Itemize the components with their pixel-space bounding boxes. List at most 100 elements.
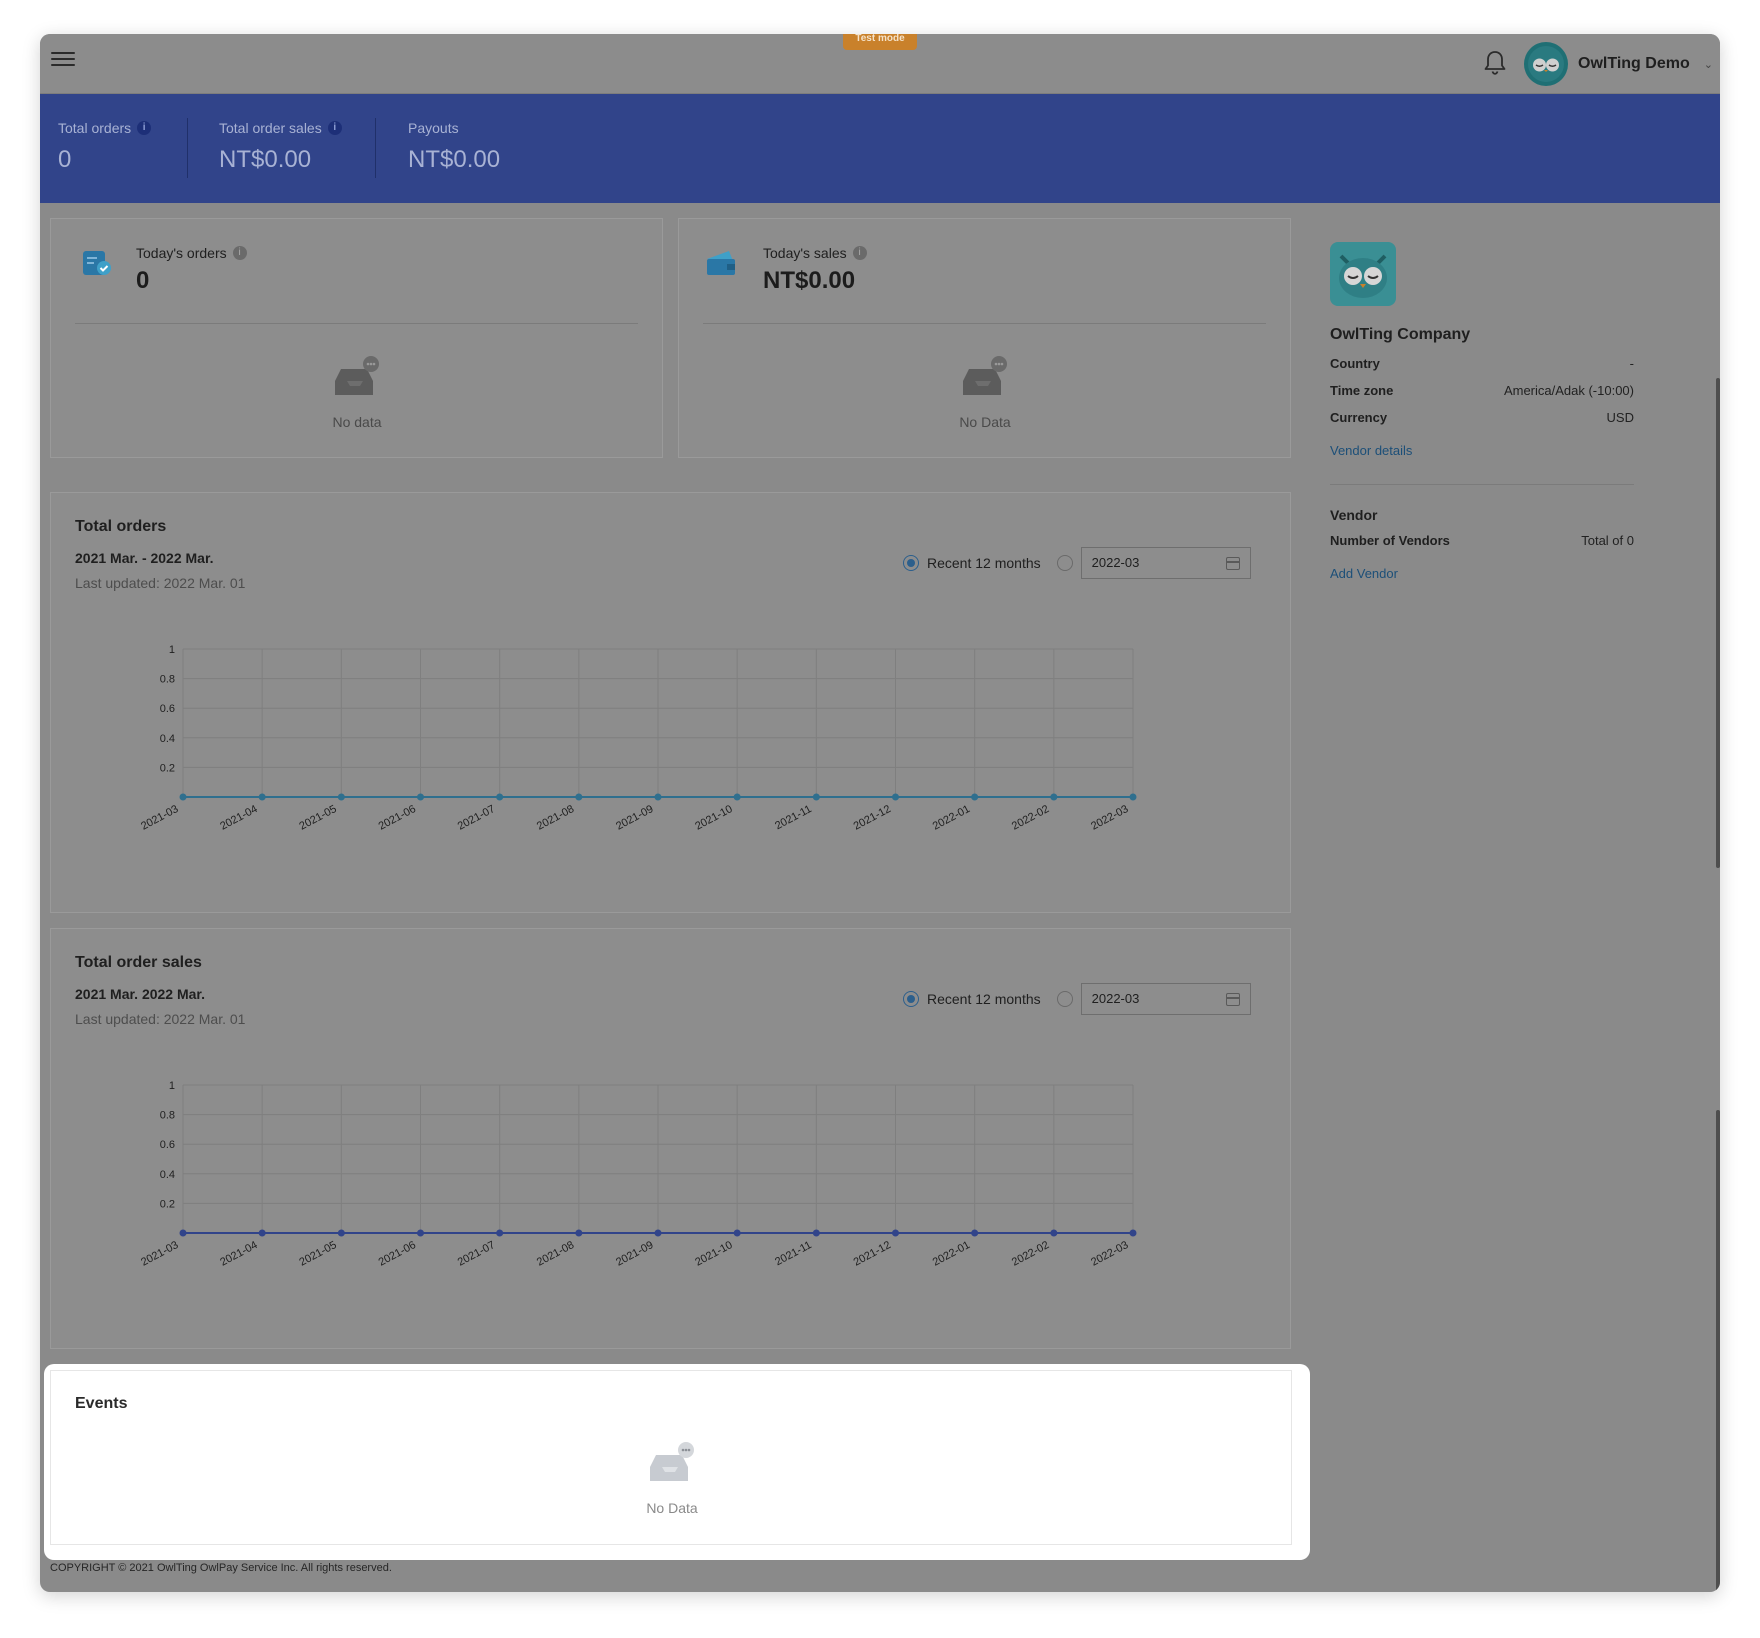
info-value: Total of 0 [1581, 533, 1634, 548]
data-point [971, 1229, 979, 1237]
data-point [496, 793, 504, 801]
x-tick-label: 2022-03 [1089, 803, 1130, 833]
y-tick-label: 0.2 [160, 1198, 175, 1210]
chart-last-updated: Last updated: 2022 Mar. 01 [75, 575, 246, 591]
chart-last-updated: Last updated: 2022 Mar. 01 [75, 1011, 246, 1027]
orders-icon [81, 247, 113, 284]
month-picker-input[interactable]: 2022-03 [1080, 983, 1251, 1015]
y-tick-label: 0.4 [160, 733, 175, 745]
info-icon[interactable]: i [852, 246, 867, 260]
data-point [417, 1229, 424, 1237]
x-tick-label: 2021-10 [693, 1239, 734, 1269]
scrollbar-thumb[interactable] [1716, 378, 1720, 868]
calendar-icon[interactable] [1225, 557, 1240, 570]
x-tick-label: 2022-01 [931, 803, 972, 833]
vendor-heading: Vendor [1330, 507, 1378, 523]
data-point [733, 1229, 741, 1237]
test-mode-badge: Test mode [843, 34, 917, 50]
empty-text: No Data [959, 414, 1011, 430]
period-selector: Recent 12 months 2022-03 [903, 983, 1251, 1015]
add-vendor-link[interactable]: Add Vendor [1330, 566, 1398, 581]
x-tick-label: 2021-07 [456, 1239, 497, 1269]
data-point [654, 1229, 662, 1237]
info-icon[interactable]: i [232, 246, 247, 260]
chart-date-range: 2021 Mar. - 2022 Mar. [75, 550, 214, 566]
radio-label: Recent 12 months [927, 555, 1041, 571]
y-tick-label: 0.2 [160, 762, 175, 774]
bell-icon[interactable] [1482, 48, 1508, 78]
info-icon[interactable]: i [327, 121, 342, 135]
x-tick-label: 2021-12 [852, 803, 893, 833]
x-tick-label: 2021-11 [773, 1239, 814, 1268]
stat-value: NT$0.00 [408, 146, 501, 173]
y-tick-label: 1 [169, 1080, 175, 1092]
divider [187, 118, 188, 178]
data-point [812, 793, 820, 801]
sales-icon [705, 247, 739, 284]
data-point [892, 793, 899, 801]
info-icon[interactable]: i [137, 121, 152, 135]
stat-label: Total orders [58, 120, 132, 136]
radio-recent-12-months[interactable] [903, 555, 919, 571]
x-tick-label: 2021-09 [614, 803, 655, 833]
data-point [337, 793, 345, 801]
events-title: Events [75, 1395, 128, 1412]
calendar-icon[interactable] [1225, 993, 1240, 1006]
chart-title: Total order sales [75, 954, 202, 971]
empty-state: No data [257, 355, 457, 430]
data-point [1050, 1229, 1058, 1237]
footer-copyright: COPYRIGHT © 2021 OwlTing OwlPay Service … [50, 1562, 392, 1574]
x-tick-label: 2021-04 [218, 1239, 259, 1269]
y-tick-label: 0.8 [160, 674, 175, 686]
empty-state: No Data [572, 1441, 772, 1516]
info-value: America/Adak (-10:00) [1503, 383, 1634, 398]
avatar [1524, 42, 1568, 86]
x-tick-label: 2021-08 [535, 1239, 576, 1269]
stat-label: Total order sales [219, 120, 322, 136]
stat-total-orders: Total orders i 0 [58, 94, 152, 203]
scrollbar-thumb-secondary[interactable] [1716, 1110, 1720, 1592]
company-name: OwlTing Company [1330, 326, 1471, 343]
x-tick-label: 2021-03 [139, 1239, 180, 1269]
data-point [1129, 1229, 1137, 1237]
chart-date-range: 2021 Mar. 2022 Mar. [75, 986, 205, 1002]
month-picker-value: 2022-03 [1091, 991, 1140, 1006]
divider [1330, 484, 1634, 485]
info-row-currency: Currency USD [1330, 410, 1634, 425]
divider [75, 323, 638, 324]
menu-icon[interactable] [51, 48, 75, 70]
vendor-details-link[interactable]: Vendor details [1330, 443, 1412, 458]
empty-text: No Data [646, 1500, 698, 1516]
company-logo [1330, 242, 1396, 306]
radio-pick-month[interactable] [1056, 991, 1073, 1007]
divider [703, 323, 1266, 324]
data-point [575, 793, 583, 801]
x-tick-label: 2022-01 [931, 1239, 972, 1269]
month-picker-value: 2022-03 [1091, 555, 1140, 570]
chevron-down-icon[interactable]: ⌄ [1704, 58, 1713, 71]
radio-recent-12-months[interactable] [903, 991, 919, 1007]
today-orders-value: 0 [136, 267, 150, 294]
stat-value: NT$0.00 [219, 146, 312, 173]
info-key: Country [1330, 356, 1380, 371]
data-point [575, 1229, 583, 1237]
stat-label: Payouts [408, 120, 459, 136]
month-picker-input[interactable]: 2022-03 [1080, 547, 1251, 579]
data-point [179, 793, 187, 801]
radio-pick-month[interactable] [1056, 555, 1073, 571]
info-row-vendor-count: Number of Vendors Total of 0 [1330, 533, 1634, 548]
x-tick-label: 2021-04 [218, 803, 259, 833]
user-name: OwlTing Demo [1578, 55, 1690, 72]
user-menu[interactable]: OwlTing Demo ⌄ [1524, 42, 1713, 86]
stat-payouts: Payouts NT$0.00 [408, 94, 500, 203]
info-key: Time zone [1330, 383, 1394, 398]
summary-stats-bar: Total orders i 0 Total order sales i NT$0.… [40, 94, 1720, 203]
x-tick-label: 2021-06 [377, 803, 418, 833]
data-point [496, 1229, 504, 1237]
app-window: Test mode OwlTing Demo ⌄ Total orders i … [40, 34, 1720, 1592]
y-tick-label: 0.6 [160, 1139, 175, 1151]
divider [375, 118, 376, 178]
company-panel: OwlTing Company Country - Time zone Americ… [1330, 242, 1634, 583]
empty-text: No data [332, 414, 382, 430]
x-tick-label: 2021-07 [456, 803, 497, 833]
